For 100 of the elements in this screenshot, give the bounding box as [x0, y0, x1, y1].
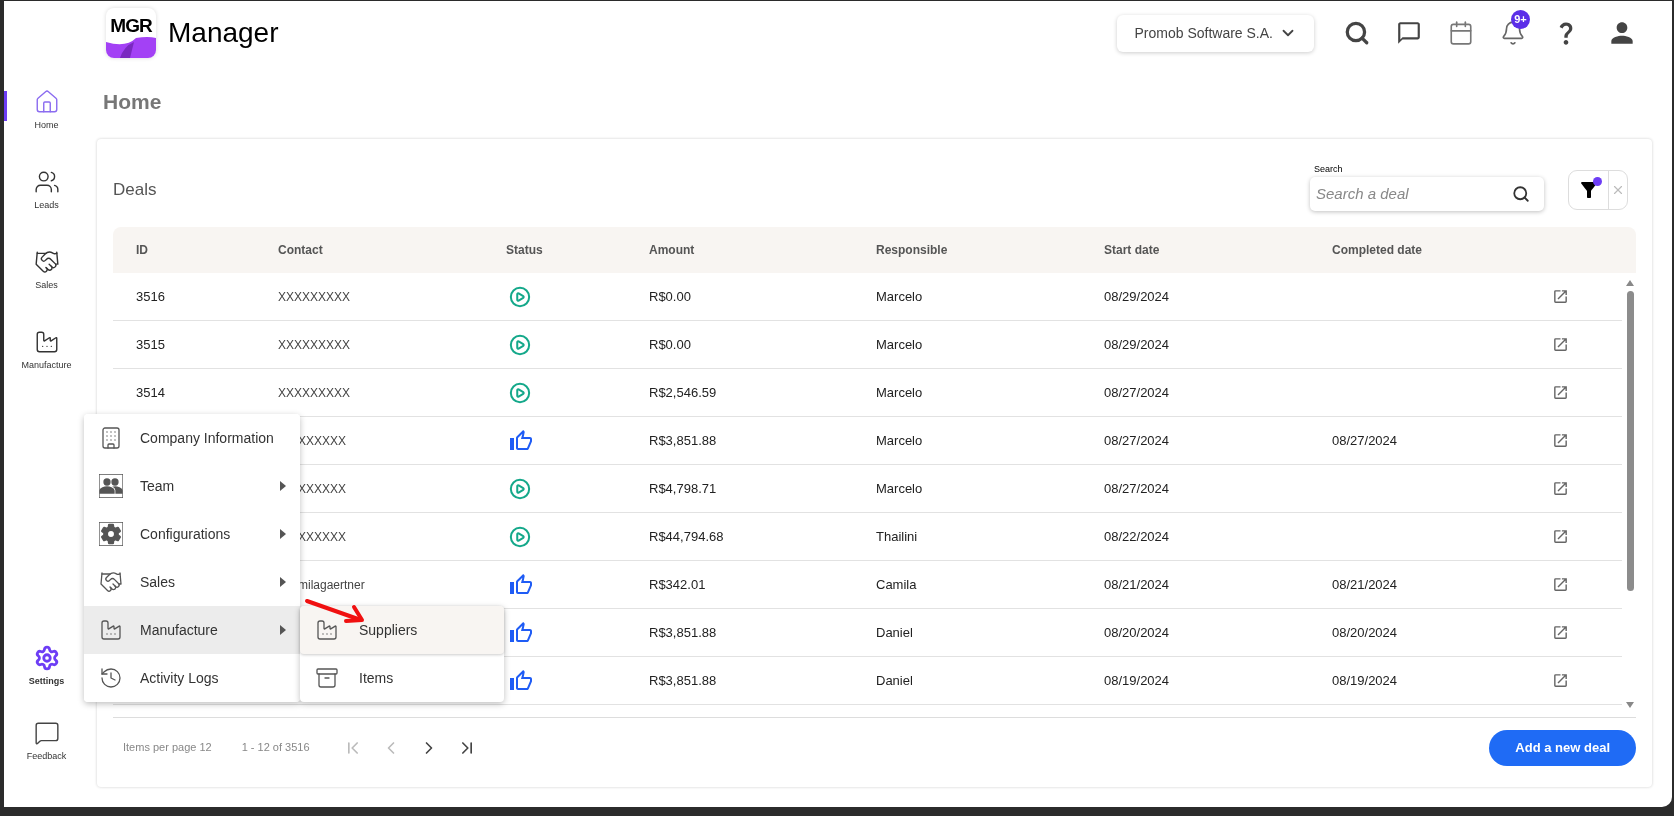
column-header[interactable]: Amount: [649, 243, 695, 257]
factory-icon: [99, 618, 123, 642]
table-cell: Marcelo: [876, 336, 923, 352]
menu-item[interactable]: Items: [300, 654, 504, 702]
table-cell: XXXXXXXXX: [278, 289, 351, 304]
table-cell: R$2,546.59: [649, 384, 717, 400]
table-cell: R$3,851.88: [649, 432, 717, 448]
table-cell: R$342.01: [649, 576, 706, 592]
add-deal-button[interactable]: Add a new deal: [1489, 729, 1636, 766]
annotation-arrow: [304, 598, 366, 624]
app-name: Manager: [168, 16, 279, 50]
open-link-icon[interactable]: [1552, 576, 1569, 593]
app-logo: MGR: [106, 8, 156, 58]
table-cell: XXXXXX: [298, 481, 347, 496]
table-cell: 08/27/2024: [1104, 480, 1170, 496]
open-link-icon[interactable]: [1552, 528, 1569, 545]
column-header[interactable]: Start date: [1104, 243, 1160, 257]
table-cell: 3515: [136, 336, 165, 352]
table-cell: 08/20/2024: [1332, 624, 1398, 640]
column-header[interactable]: Completed date: [1332, 243, 1422, 257]
table-cell: R$0.00: [649, 288, 691, 304]
search-label: Search: [1314, 163, 1343, 176]
table-cell: Marcelo: [876, 288, 923, 304]
scroll-down-arrow-icon[interactable]: [1625, 701, 1635, 709]
table-cell: 08/21/2024: [1332, 576, 1398, 592]
sidebar-label[interactable]: Settings: [28, 674, 65, 689]
table-cell: Marcelo: [876, 432, 923, 448]
table-cell: XXXXXXXXX: [278, 385, 351, 400]
column-header[interactable]: Status: [506, 243, 543, 257]
table-cell: 08/27/2024: [1104, 384, 1170, 400]
search-input[interactable]: Search a deal: [1316, 182, 1512, 206]
table-cell: 08/21/2024: [1104, 576, 1170, 592]
table-cell: R$44,794.68: [649, 528, 724, 544]
people-icon: [99, 474, 123, 498]
clock-icon: [99, 666, 123, 690]
column-header[interactable]: ID: [136, 243, 148, 257]
table-cell: 08/27/2024: [1332, 432, 1398, 448]
column-header[interactable]: Contact: [278, 243, 323, 257]
drawer-icon: [315, 666, 339, 690]
open-link-icon[interactable]: [1552, 624, 1569, 641]
page-title: Home: [103, 89, 162, 116]
handshake-icon[interactable]: [33, 249, 60, 275]
sidebar-label[interactable]: Leads: [34, 199, 59, 213]
table-cell: 08/20/2024: [1104, 624, 1170, 640]
page-range: 1 - 12 of 3516: [241, 740, 310, 756]
calendar-icon[interactable]: [1448, 20, 1474, 46]
table-cell: R$3,851.88: [649, 672, 717, 688]
menu-item[interactable]: Team: [84, 462, 300, 510]
table-cell: 08/27/2024: [1104, 432, 1170, 448]
table-cell: Camila: [876, 576, 917, 592]
open-link-icon[interactable]: [1552, 336, 1569, 353]
menu-item[interactable]: Company Information: [84, 414, 300, 462]
building-icon: [99, 426, 123, 450]
gear-icon: [99, 522, 123, 546]
table-cell: 08/29/2024: [1104, 288, 1170, 304]
table-cell: Daniel: [876, 672, 913, 688]
people-icon[interactable]: [33, 169, 60, 195]
table-cell: milagaertner: [298, 577, 365, 592]
items-per-page: Items per page 12: [123, 740, 212, 756]
table-cell: 08/29/2024: [1104, 336, 1170, 352]
menu-item[interactable]: Manufacture: [84, 606, 300, 654]
sidebar-label[interactable]: Manufacture: [21, 359, 72, 373]
table-cell: R$3,851.88: [649, 624, 717, 640]
open-link-icon[interactable]: [1552, 384, 1569, 401]
table-cell: Daniel: [876, 624, 913, 640]
table-cell: R$4,798.71: [649, 480, 717, 496]
close-icon: [1611, 183, 1625, 197]
search-icon[interactable]: [1344, 20, 1370, 46]
table-cell: 3514: [136, 384, 165, 400]
factory-icon: [315, 618, 339, 642]
handshake-icon: [99, 570, 123, 594]
table-cell: Marcelo: [876, 384, 923, 400]
gear-icon[interactable]: [33, 644, 60, 671]
open-link-icon[interactable]: [1552, 672, 1569, 689]
menu-item[interactable]: Sales: [84, 558, 300, 606]
table-cell: XXXXXX: [298, 433, 347, 448]
table-cell: 08/19/2024: [1104, 672, 1170, 688]
card-title: Deals: [113, 179, 157, 202]
open-link-icon[interactable]: [1552, 432, 1569, 449]
notification-badge: 9+: [1511, 10, 1530, 29]
table-cell: XXXXXXXXX: [278, 337, 351, 352]
column-header[interactable]: Responsible: [876, 243, 948, 257]
menu-item[interactable]: Configurations: [84, 510, 300, 558]
table-cell: XXXXXX: [298, 529, 347, 544]
table-cell: Marcelo: [876, 480, 923, 496]
menu-item[interactable]: Suppliers: [300, 606, 504, 654]
search-icon[interactable]: [1512, 185, 1530, 203]
sidebar-label[interactable]: Home: [34, 119, 59, 133]
open-link-icon[interactable]: [1552, 480, 1569, 497]
table-cell: R$0.00: [649, 336, 691, 352]
company-dropdown[interactable]: Promob Software S.A.: [1117, 14, 1314, 52]
sidebar-label[interactable]: Feedback: [26, 749, 67, 764]
sidebar-label[interactable]: Sales: [35, 279, 58, 293]
table-cell: 08/22/2024: [1104, 528, 1170, 544]
open-link-icon[interactable]: [1552, 288, 1569, 305]
table-cell: 3516: [136, 288, 165, 304]
table-cell: Thailini: [876, 528, 918, 544]
scroll-up-arrow-icon[interactable]: [1625, 279, 1635, 287]
menu-item[interactable]: Activity Logs: [84, 654, 300, 702]
chat-icon[interactable]: [1396, 20, 1422, 46]
